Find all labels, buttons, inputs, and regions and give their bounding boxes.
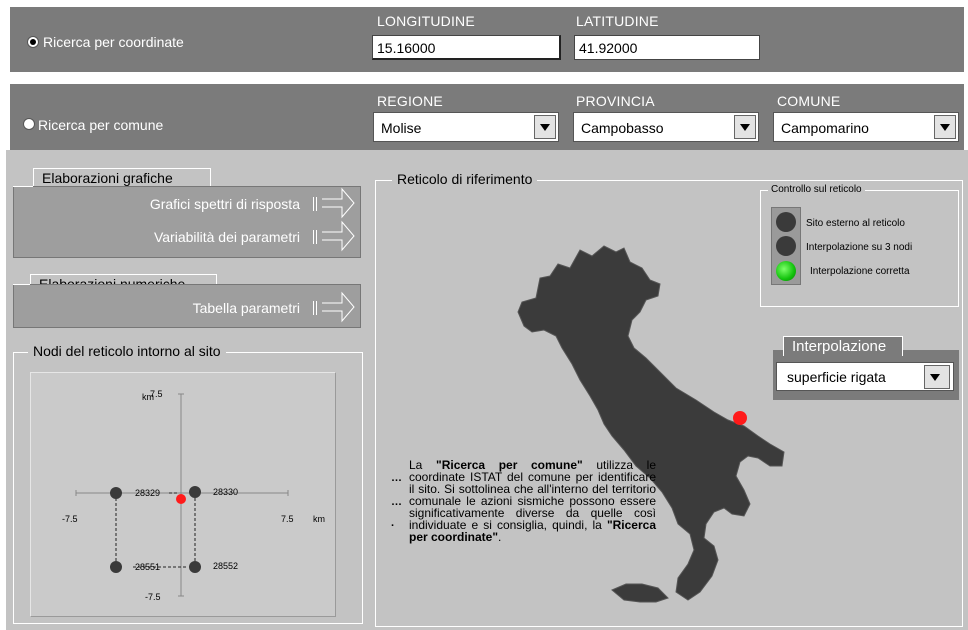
ellipsis-marker: …… · <box>391 472 402 532</box>
italy-map <box>517 245 785 603</box>
ctl-correct-label: Interpolazione corretta <box>810 266 910 277</box>
lamp-correct-icon <box>776 261 796 281</box>
arrow-right-icon[interactable] <box>320 187 356 219</box>
node-label-br: 28552 <box>213 561 239 571</box>
button-notch <box>313 230 317 244</box>
chevron-down-icon[interactable] <box>734 115 756 139</box>
ctl-3nodes-label: Interpolazione su 3 nodi <box>806 242 913 253</box>
grid-control-title: Controllo sul reticolo <box>768 184 865 195</box>
node-label-tr: 28330 <box>213 487 239 497</box>
node-marker <box>189 486 201 498</box>
provincia-header: PROVINCIA <box>576 93 655 109</box>
spectra-button-label[interactable]: Grafici spettri di risposta <box>150 196 300 212</box>
nodes-plot <box>75 393 289 597</box>
comune-header: COMUNE <box>777 93 841 109</box>
info-text: La "Ricerca per comune" utilizza le coor… <box>409 459 656 543</box>
comune-select[interactable]: Campomarino <box>773 112 959 142</box>
latitude-header: LATITUDINE <box>576 13 659 29</box>
ctl-external-label: Sito esterno al reticolo <box>806 218 905 229</box>
site-map-marker <box>733 411 747 425</box>
right-value-label: 7.5 <box>281 514 294 524</box>
coordinate-search-label: Ricerca per coordinate <box>43 34 184 50</box>
node-marker <box>189 561 201 573</box>
provincia-select[interactable]: Campobasso <box>573 112 759 142</box>
nodes-title: Nodi del reticolo intorno al sito <box>28 343 226 359</box>
left-value-label: -7.5 <box>62 514 78 524</box>
table-button-label[interactable]: Tabella parametri <box>193 300 300 316</box>
interpolation-value: superficie rigata <box>787 369 886 385</box>
site-marker <box>176 494 186 504</box>
chevron-down-icon[interactable] <box>924 365 950 389</box>
numeric-actions-panel <box>13 284 361 328</box>
regione-value: Molise <box>381 120 422 136</box>
longitude-header: LONGITUDINE <box>377 13 475 29</box>
longitude-input[interactable]: 15.16000 <box>372 35 561 60</box>
comune-search-label: Ricerca per comune <box>38 117 164 133</box>
lamp-external-icon <box>776 212 796 232</box>
right-unit-label: km <box>313 514 325 524</box>
bottom-value-label: -7.5 <box>145 592 161 602</box>
provincia-value: Campobasso <box>581 120 664 136</box>
info-text-part: . <box>498 530 502 544</box>
chevron-down-icon[interactable] <box>934 115 956 139</box>
node-label-tl: 28329 <box>135 488 161 498</box>
button-notch <box>313 197 317 211</box>
chevron-down-icon[interactable] <box>534 115 556 139</box>
node-marker <box>110 487 122 499</box>
top-value-label: 7.5 <box>150 389 163 399</box>
arrow-right-icon[interactable] <box>320 220 356 252</box>
tab-line <box>13 284 30 285</box>
interpolation-select[interactable]: superficie rigata <box>776 362 954 391</box>
regione-header: REGIONE <box>377 93 443 109</box>
regione-select[interactable]: Molise <box>373 112 559 142</box>
button-notch <box>313 301 317 315</box>
arrow-right-icon[interactable] <box>320 291 356 323</box>
params-button-label[interactable]: Variabilità dei parametri <box>154 229 300 245</box>
comune-search-radio[interactable] <box>23 118 35 130</box>
node-marker <box>110 561 122 573</box>
tab-line <box>13 186 33 187</box>
node-label-bl: 28551 <box>135 562 161 572</box>
comune-value: Campomarino <box>781 120 869 136</box>
interpolation-title: Interpolazione <box>783 336 903 356</box>
lamp-3nodes-icon <box>776 236 796 256</box>
graphic-tab: Elaborazioni grafiche <box>33 168 211 188</box>
coordinate-search-radio[interactable] <box>27 36 39 48</box>
latitude-input[interactable]: 41.92000 <box>574 35 760 60</box>
grid-title: Reticolo di riferimento <box>392 171 538 187</box>
